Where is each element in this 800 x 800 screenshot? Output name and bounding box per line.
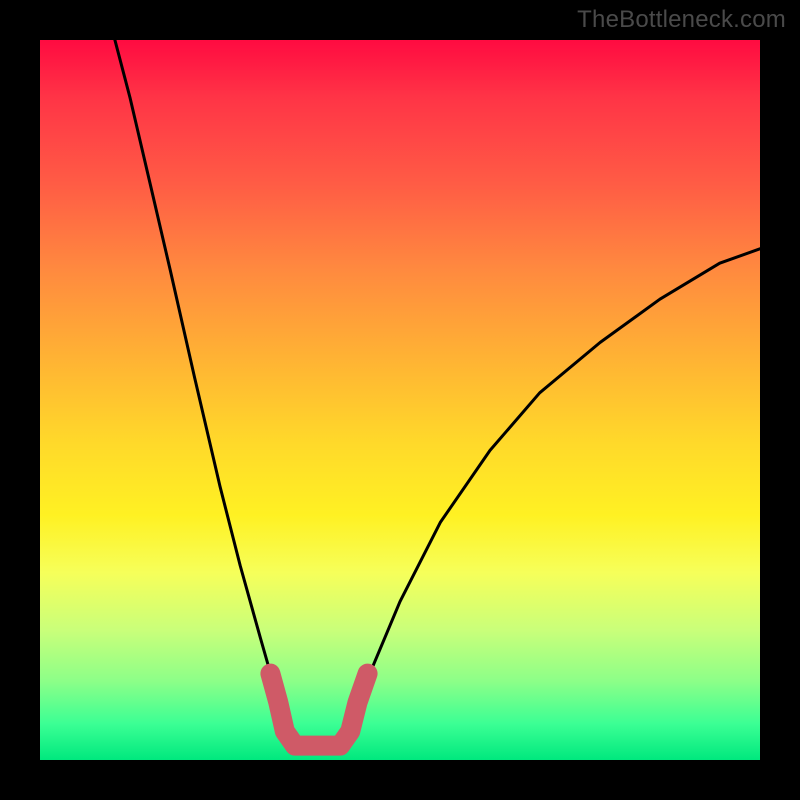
watermark-text: TheBottleneck.com <box>577 6 786 34</box>
optimal-range-marker <box>270 674 367 746</box>
bottleneck-curve <box>115 40 760 746</box>
chart-frame: TheBottleneck.com <box>0 0 800 800</box>
plot-area <box>40 40 760 760</box>
chart-svg <box>40 40 760 760</box>
